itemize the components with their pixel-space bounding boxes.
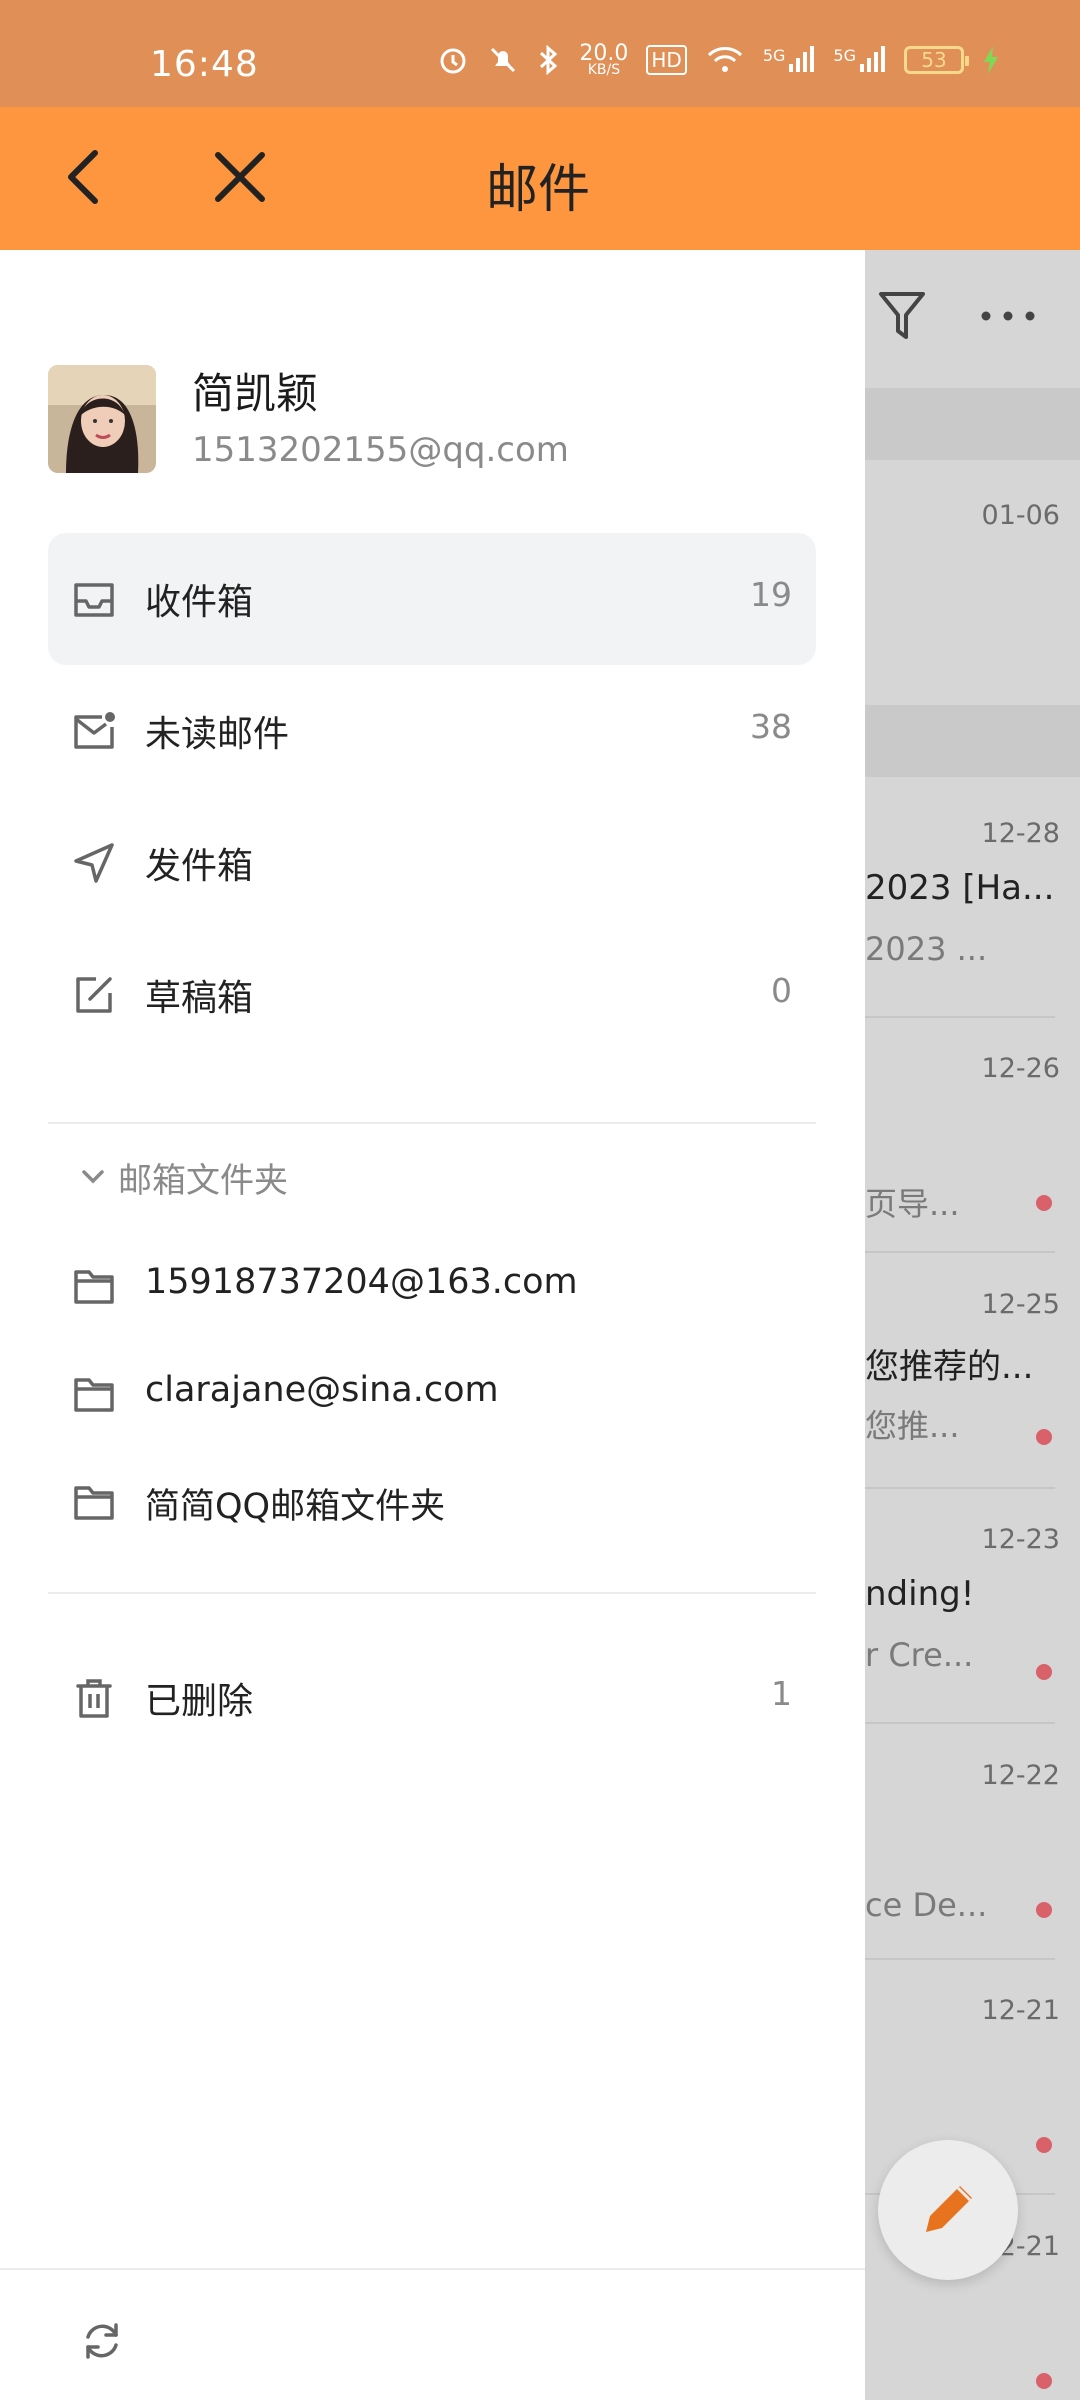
alarm-icon [440,48,466,74]
unread-dot [1036,2373,1052,2389]
charging-icon [984,46,998,75]
battery-icon: 53 [904,46,969,75]
compose-button[interactable] [878,2140,1018,2280]
edit-square-icon [76,977,112,1013]
avatar[interactable] [48,365,156,473]
folder-icon [74,1378,114,1412]
chevron-down-icon [82,1170,104,1184]
folder-label: clarajane@sina.com [145,1370,499,1410]
list-toolbar [865,250,1080,385]
menu-item-label: 发件箱 [145,846,254,887]
status-time: 16:48 [150,44,259,85]
mute-bell-icon [491,48,516,73]
navigation-drawer: 简凯颖 1513202155@qq.com 收件箱 19 未读邮件 38 发件箱… [0,250,865,2400]
folder-item[interactable]: 15918737204@163.com [48,1236,816,1336]
status-icons: 20.0 KB/S HD 5G 5G 53 [437,41,1000,78]
signal-sim1-icon: 5G [763,46,816,74]
menu-item-unread[interactable]: 未读邮件 38 [48,665,816,797]
menu-item-label: 收件箱 [145,582,254,623]
unread-dot [1036,2137,1052,2153]
account-name: 简凯颖 [192,369,319,418]
menu-item-sent[interactable]: 发件箱 [48,797,816,929]
unread-dot [1036,1664,1052,1680]
folders-section-title: 邮箱文件夹 [118,1160,288,1201]
unread-dot [1036,1195,1052,1211]
menu-item-trash[interactable]: 已删除 1 [48,1632,816,1764]
folder-item[interactable]: clarajane@sina.com [48,1344,816,1444]
folder-icon [74,1486,114,1520]
folders-section-toggle[interactable]: 邮箱文件夹 [78,1152,288,1202]
inbox-icon [74,583,114,617]
menu-item-inbox[interactable]: 收件箱 19 [48,533,816,665]
mail-list-background: 01-06 12-28 2023 [Ha... 2023 ... 12-26 页… [865,250,1080,2400]
bluetooth-icon [540,44,558,76]
send-icon [74,843,114,883]
status-bar: 16:48 20.0 KB/S HD 5G 5G 53 [0,0,1080,107]
divider [48,1122,816,1124]
folder-label: 15918737204@163.com [145,1262,578,1302]
list-section-band [865,705,1080,777]
trash-icon [76,1679,112,1718]
page-title: 邮件 [485,160,590,220]
network-speed: 20.0 KB/S [579,41,629,78]
menu-item-drafts[interactable]: 草稿箱 0 [48,929,816,1061]
folder-item[interactable]: 简简QQ邮箱文件夹 [48,1452,816,1552]
folder-icon [74,1270,114,1304]
account-email: 1513202155@qq.com [192,430,569,470]
signal-sim2-icon: 5G [833,46,886,74]
wifi-icon [707,47,742,73]
filter-icon[interactable] [877,290,927,342]
divider [48,1592,816,1594]
refresh-icon[interactable] [78,2317,126,2365]
pencil-icon [926,2186,972,2232]
unread-dot [1036,1902,1052,1918]
menu-item-label: 未读邮件 [145,714,290,755]
more-icon[interactable] [980,310,1036,322]
hd-badge: HD [646,45,687,76]
menu-item-count: 38 [750,707,792,746]
unread-mail-icon [74,712,115,749]
menu-item-count: 0 [771,971,792,1010]
menu-item-label: 草稿箱 [145,978,254,1019]
drawer-footer-divider [0,2268,865,2270]
menu-item-count: 1 [771,1674,792,1713]
title-bar: 邮件 [0,107,1080,250]
list-section-band [865,388,1080,460]
menu-item-label: 已删除 [145,1681,254,1722]
folder-label: 简简QQ邮箱文件夹 [145,1487,446,1527]
menu-item-count: 19 [750,575,792,614]
unread-dot [1036,1429,1052,1445]
